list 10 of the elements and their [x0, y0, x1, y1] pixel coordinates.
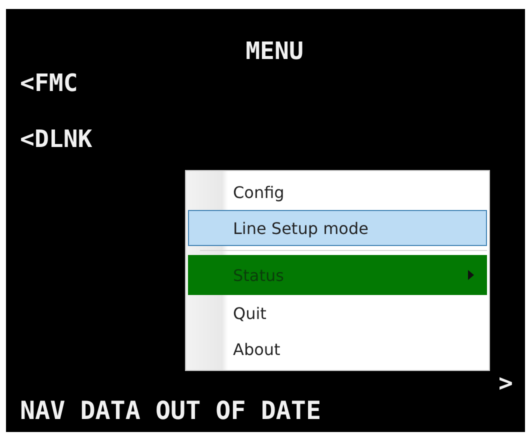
line-select-label: <FMC [20, 69, 78, 97]
menu-item[interactable]: Quit [188, 295, 487, 331]
menu-item[interactable]: Config [188, 174, 487, 210]
scratchpad-message: NAV DATA OUT OF DATE [20, 396, 322, 426]
menu-item[interactable]: Line Setup mode [188, 210, 487, 246]
line-select-label: > [498, 370, 513, 396]
screen-title: MENU [246, 37, 304, 65]
menu-item[interactable]: About [188, 331, 487, 367]
submenu-arrow-icon [468, 270, 474, 280]
line-select-label: <DLNK [20, 125, 92, 153]
